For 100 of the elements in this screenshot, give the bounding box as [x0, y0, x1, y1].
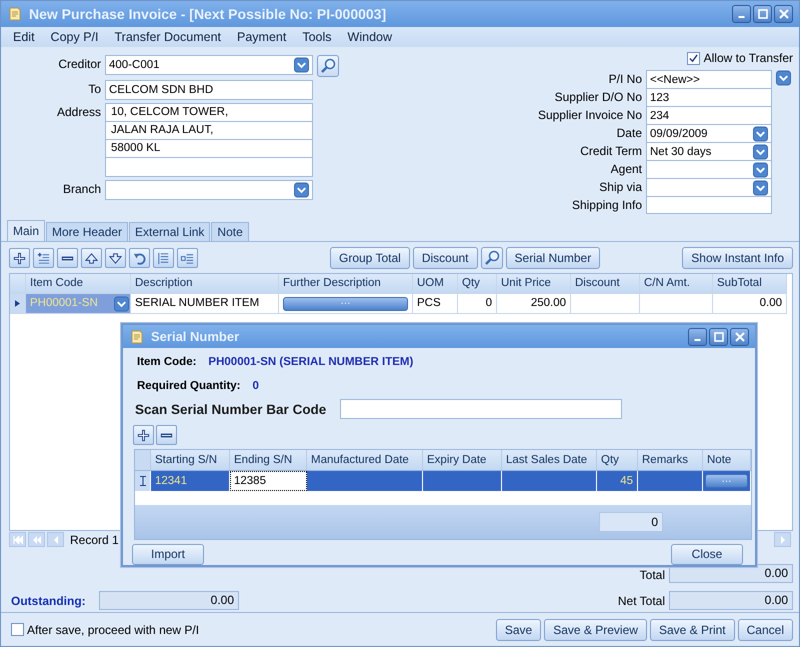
maximize-icon — [758, 9, 768, 19]
field-label: Ship via — [598, 179, 642, 196]
maximize-button[interactable] — [709, 328, 728, 346]
close-button[interactable] — [730, 328, 749, 346]
field-label: Address — [56, 104, 101, 121]
table-cell-editor[interactable]: 12385 — [230, 470, 307, 491]
toolbar-button[interactable]: Group Total — [330, 247, 410, 269]
footer-button[interactable]: Cancel — [738, 618, 793, 640]
column-header: Expiry Date — [423, 450, 502, 470]
up-arrow-icon — [84, 250, 99, 266]
column-header: Qty — [458, 274, 497, 294]
serial-number-button[interactable]: Serial Number — [506, 247, 600, 269]
delete-row-button[interactable] — [57, 248, 78, 268]
input-field[interactable]: 234 — [646, 106, 772, 124]
document-icon — [7, 6, 23, 22]
close-button[interactable] — [774, 5, 793, 23]
dialog-button[interactable]: Close — [671, 544, 743, 565]
table-cell: 250.00 — [497, 294, 571, 314]
minimize-button[interactable] — [688, 328, 707, 346]
menu-item[interactable]: Transfer Document — [106, 30, 230, 44]
scan-label: Scan Serial Number Bar Code — [135, 402, 326, 417]
field-label: Shipping Info — [570, 197, 642, 214]
move-down-button[interactable] — [105, 248, 126, 268]
show-instant-info-button[interactable]: Show Instant Info — [682, 247, 793, 269]
field-label: Branch — [62, 181, 101, 198]
minimize-button[interactable] — [732, 5, 751, 23]
menu-item[interactable]: Payment — [229, 30, 294, 44]
close-icon — [734, 332, 744, 342]
address-line-field[interactable]: 10, CELCOM TOWER, — [106, 104, 312, 122]
tab[interactable]: Main — [7, 220, 46, 241]
selected-row[interactable]: 12341 12385 45 ··· — [135, 470, 751, 491]
column-header: Unit Price — [497, 274, 571, 294]
undo-button[interactable] — [129, 248, 150, 268]
text-cursor-icon — [140, 476, 146, 486]
dialog-title: Serial Number — [151, 329, 240, 344]
input-field[interactable]: <<New>> — [646, 70, 772, 88]
required-quantity-label: Required Quantity: — [137, 380, 241, 392]
column-header: Remarks — [638, 450, 703, 470]
dropdown-field[interactable]: Net 30 days — [646, 142, 772, 160]
menu-item[interactable]: Copy P/I — [42, 30, 106, 44]
table-cell: 0 — [458, 294, 497, 314]
column-header: Note — [703, 450, 751, 470]
table-cell: SERIAL NUMBER ITEM — [131, 294, 279, 314]
search-icon — [320, 58, 336, 74]
checkbox[interactable] — [686, 52, 700, 64]
checkbox[interactable] — [11, 623, 24, 636]
field-label: Creditor — [57, 56, 101, 73]
field-label: Date — [616, 125, 642, 142]
search-button[interactable] — [480, 247, 503, 269]
insert-row-button[interactable] — [33, 248, 54, 268]
input-field[interactable]: 123 — [646, 88, 772, 106]
add-row-button[interactable] — [9, 248, 30, 268]
footer-button[interactable]: Save — [496, 618, 542, 640]
item-code-value: PH00001-SN (SERIAL NUMBER ITEM) — [208, 356, 414, 368]
required-quantity-value: 0 — [252, 380, 259, 392]
menu-item[interactable]: Edit — [5, 30, 43, 44]
down-arrow-icon — [108, 250, 123, 266]
tab[interactable]: External Link — [129, 222, 210, 241]
search-button[interactable] — [317, 55, 339, 77]
dropdown-field[interactable] — [646, 178, 772, 196]
dropdown-field[interactable] — [646, 160, 772, 178]
item-code-label: Item Code: — [137, 356, 196, 368]
menu-item[interactable]: Window — [340, 30, 400, 44]
column-header: Manufactured Date — [307, 450, 423, 470]
list-button[interactable] — [153, 248, 174, 268]
detail-list-button[interactable] — [177, 248, 198, 268]
plus-icon — [12, 250, 27, 266]
check-icon — [688, 54, 698, 62]
move-up-button[interactable] — [81, 248, 102, 268]
checkbox-label: Allow to Transfer — [704, 51, 793, 65]
barcode-input-field[interactable] — [340, 399, 622, 420]
address-line-field[interactable]: 58000 KL — [106, 140, 312, 158]
menu-item[interactable]: Tools — [294, 30, 340, 44]
field-label: Supplier Invoice No — [538, 107, 642, 124]
close-icon — [778, 9, 788, 19]
total-quantity: 0 — [599, 512, 663, 532]
tab[interactable]: Note — [211, 222, 249, 241]
outstanding-label: Outstanding: — [11, 594, 87, 608]
tab[interactable]: More Header — [46, 222, 128, 241]
input-field[interactable]: CELCOM SDN BHD — [105, 80, 313, 100]
creditor-dropdown[interactable]: 400-C001 — [105, 55, 313, 75]
column-header: Further Description — [279, 274, 413, 294]
maximize-icon — [714, 332, 724, 342]
table-cell: PCS — [413, 294, 458, 314]
footer-button[interactable]: Save & Print — [650, 618, 735, 640]
address-line-field[interactable]: JALAN RAJA LAUT, — [106, 122, 312, 140]
dropdown-field[interactable]: 09/09/2009 — [646, 124, 772, 142]
field-label: Supplier D/O No — [554, 89, 642, 106]
maximize-button[interactable] — [753, 5, 772, 23]
delete-row-button[interactable] — [156, 425, 177, 446]
branch-dropdown[interactable] — [105, 180, 313, 200]
search-icon — [484, 250, 500, 266]
dialog-button[interactable]: Import — [132, 544, 204, 565]
footer-button[interactable]: Save & Preview — [544, 618, 647, 640]
total-label: Total — [638, 566, 665, 584]
input-field[interactable] — [646, 196, 772, 214]
header-corner — [135, 450, 151, 470]
table-cell: 45 — [597, 470, 638, 491]
toolbar-button[interactable]: Discount — [412, 247, 478, 269]
add-row-button[interactable] — [133, 425, 154, 446]
